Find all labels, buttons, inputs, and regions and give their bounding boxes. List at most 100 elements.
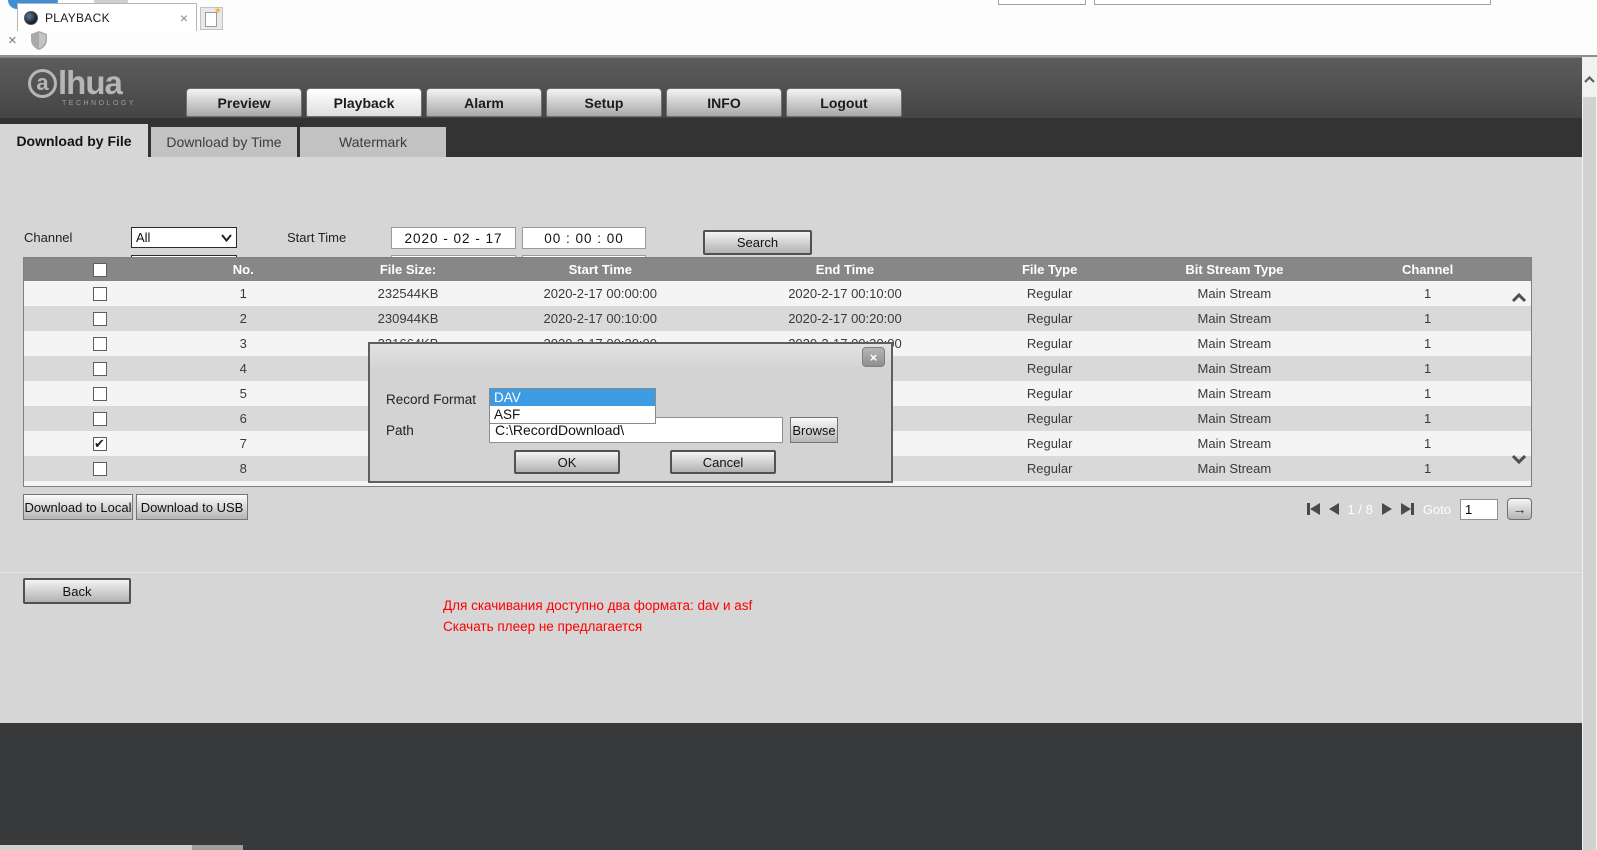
vertical-scrollbar[interactable] [1582,57,1597,850]
table-scroll-up-icon[interactable] [1511,290,1527,308]
download-to-usb-button[interactable]: Download to USB [136,494,248,520]
start-time-label: Start Time [287,227,346,248]
cell-stream: Main Stream [1145,336,1325,351]
path-label: Path [386,423,414,438]
cell-size: 230944KB [351,311,466,326]
start-time-input[interactable]: 00 : 00 : 00 [522,227,646,249]
col-file-size: File Size: [351,262,466,277]
toolbar-close-icon[interactable]: × [8,33,17,48]
tab-download-by-file[interactable]: Download by File [0,124,148,157]
prev-page-icon[interactable] [1329,503,1339,515]
page-indicator: 1 / 8 [1348,502,1373,517]
cell-stream: Main Stream [1145,411,1325,426]
cell-type: Regular [955,411,1145,426]
option-dav[interactable]: DAV [490,389,655,406]
cell-channel: 1 [1324,386,1531,401]
cell-type: Regular [955,461,1145,476]
row-checkbox[interactable] [93,337,107,351]
dahua-logo: a lhua TECHNOLOGY [28,64,136,107]
goto-page-input[interactable] [1460,499,1498,520]
cell-channel: 1 [1324,436,1531,451]
nav-logout[interactable]: Logout [786,88,902,117]
address-bar[interactable] [998,0,1086,5]
scroll-up-icon[interactable] [1582,69,1597,89]
channel-label: Channel [24,227,72,248]
cell-stream: Main Stream [1145,311,1325,326]
nav-setup[interactable]: Setup [546,88,662,117]
vertical-scroll-thumb[interactable] [1583,97,1596,850]
row-checkbox[interactable] [93,312,107,326]
cell-channel: 1 [1324,286,1531,301]
new-tab-star-icon: ✶ [214,6,222,17]
cell-start: 2020-2-17 00:10:00 [465,311,735,326]
cell-no: 9 [136,486,351,487]
ok-button[interactable]: OK [514,450,620,474]
row-checkbox[interactable] [93,412,107,426]
option-asf[interactable]: ASF [490,406,655,423]
shield-icon [31,31,47,55]
back-button[interactable]: Back [23,578,131,604]
download-to-local-button[interactable]: Download to Local [23,494,133,520]
horizontal-scroll-thumb[interactable] [192,845,243,850]
row-checkbox[interactable] [93,487,107,488]
start-date-input[interactable]: 2020 - 02 - 17 [391,227,516,249]
cell-type: Regular [955,386,1145,401]
row-checkbox[interactable] [93,437,107,451]
cell-start: 2020-2-17 00:00:00 [465,286,735,301]
page-header: a lhua TECHNOLOGY Preview Playback Alarm… [0,57,1582,118]
cell-stream: Main Stream [1145,361,1325,376]
cell-no: 3 [136,336,351,351]
cell-no: 8 [136,461,351,476]
first-page-icon[interactable] [1307,503,1320,515]
select-all-checkbox[interactable] [93,263,107,277]
record-format-dropdown: DAV ASF [489,388,656,424]
col-start-time: Start Time [465,262,735,277]
cell-end: 2020-2-17 00:20:00 [735,311,955,326]
download-format-dialog: × Record Format DAV ASF Path Browse OK C… [368,342,893,483]
row-checkbox[interactable] [93,287,107,301]
logo-subtext: TECHNOLOGY [62,100,136,107]
cell-channel: 1 [1324,361,1531,376]
cell-end: 2020-2-17 00:10:00 [735,286,955,301]
col-channel: Channel [1324,262,1531,277]
browser-tab[interactable]: PLAYBACK × [17,3,197,31]
tab-download-by-time[interactable]: Download by Time [151,127,297,157]
col-bit-stream-type: Bit Stream Type [1145,262,1325,277]
horizontal-scrollbar [0,845,1582,850]
browse-button[interactable]: Browse [790,417,838,443]
pagination: 1 / 8 Goto → [1307,497,1532,521]
new-tab-button[interactable]: ✶ [200,7,223,30]
dialog-close-icon[interactable]: × [862,347,885,367]
nav-alarm[interactable]: Alarm [426,88,542,117]
nav-info[interactable]: INFO [666,88,782,117]
last-page-icon[interactable] [1401,503,1414,515]
cell-no: 1 [136,286,351,301]
page-footer [0,723,1582,845]
cell-size: 232544KB [351,286,466,301]
table-row: 1 232544KB 2020-2-17 00:00:00 2020-2-17 … [24,281,1531,306]
next-page-icon[interactable] [1382,503,1392,515]
row-checkbox[interactable] [93,387,107,401]
nav-preview[interactable]: Preview [186,88,302,117]
row-checkbox[interactable] [93,462,107,476]
browser-chrome: PLAYBACK × ✶ × [0,0,1597,57]
table-scroll-down-icon[interactable] [1511,451,1527,469]
goto-arrow-icon[interactable]: → [1507,498,1532,520]
cancel-button[interactable]: Cancel [670,450,776,474]
row-checkbox[interactable] [93,362,107,376]
tab-watermark[interactable]: Watermark [300,127,446,157]
cell-no: 2 [136,311,351,326]
cell-type: Regular [955,336,1145,351]
search-bar[interactable] [1094,0,1491,5]
cell-type: Regular [955,311,1145,326]
cell-no: 7 [136,436,351,451]
nav-playback[interactable]: Playback [306,88,422,117]
channel-select[interactable]: All [131,227,237,248]
note-line-2: Скачать плеер не предлагается [443,616,752,637]
tab-close-icon[interactable]: × [180,11,188,25]
goto-label: Goto [1423,502,1451,517]
col-no: No. [136,262,351,277]
search-button[interactable]: Search [703,230,812,255]
divider [0,572,1582,573]
cell-stream: Main Stream [1145,436,1325,451]
